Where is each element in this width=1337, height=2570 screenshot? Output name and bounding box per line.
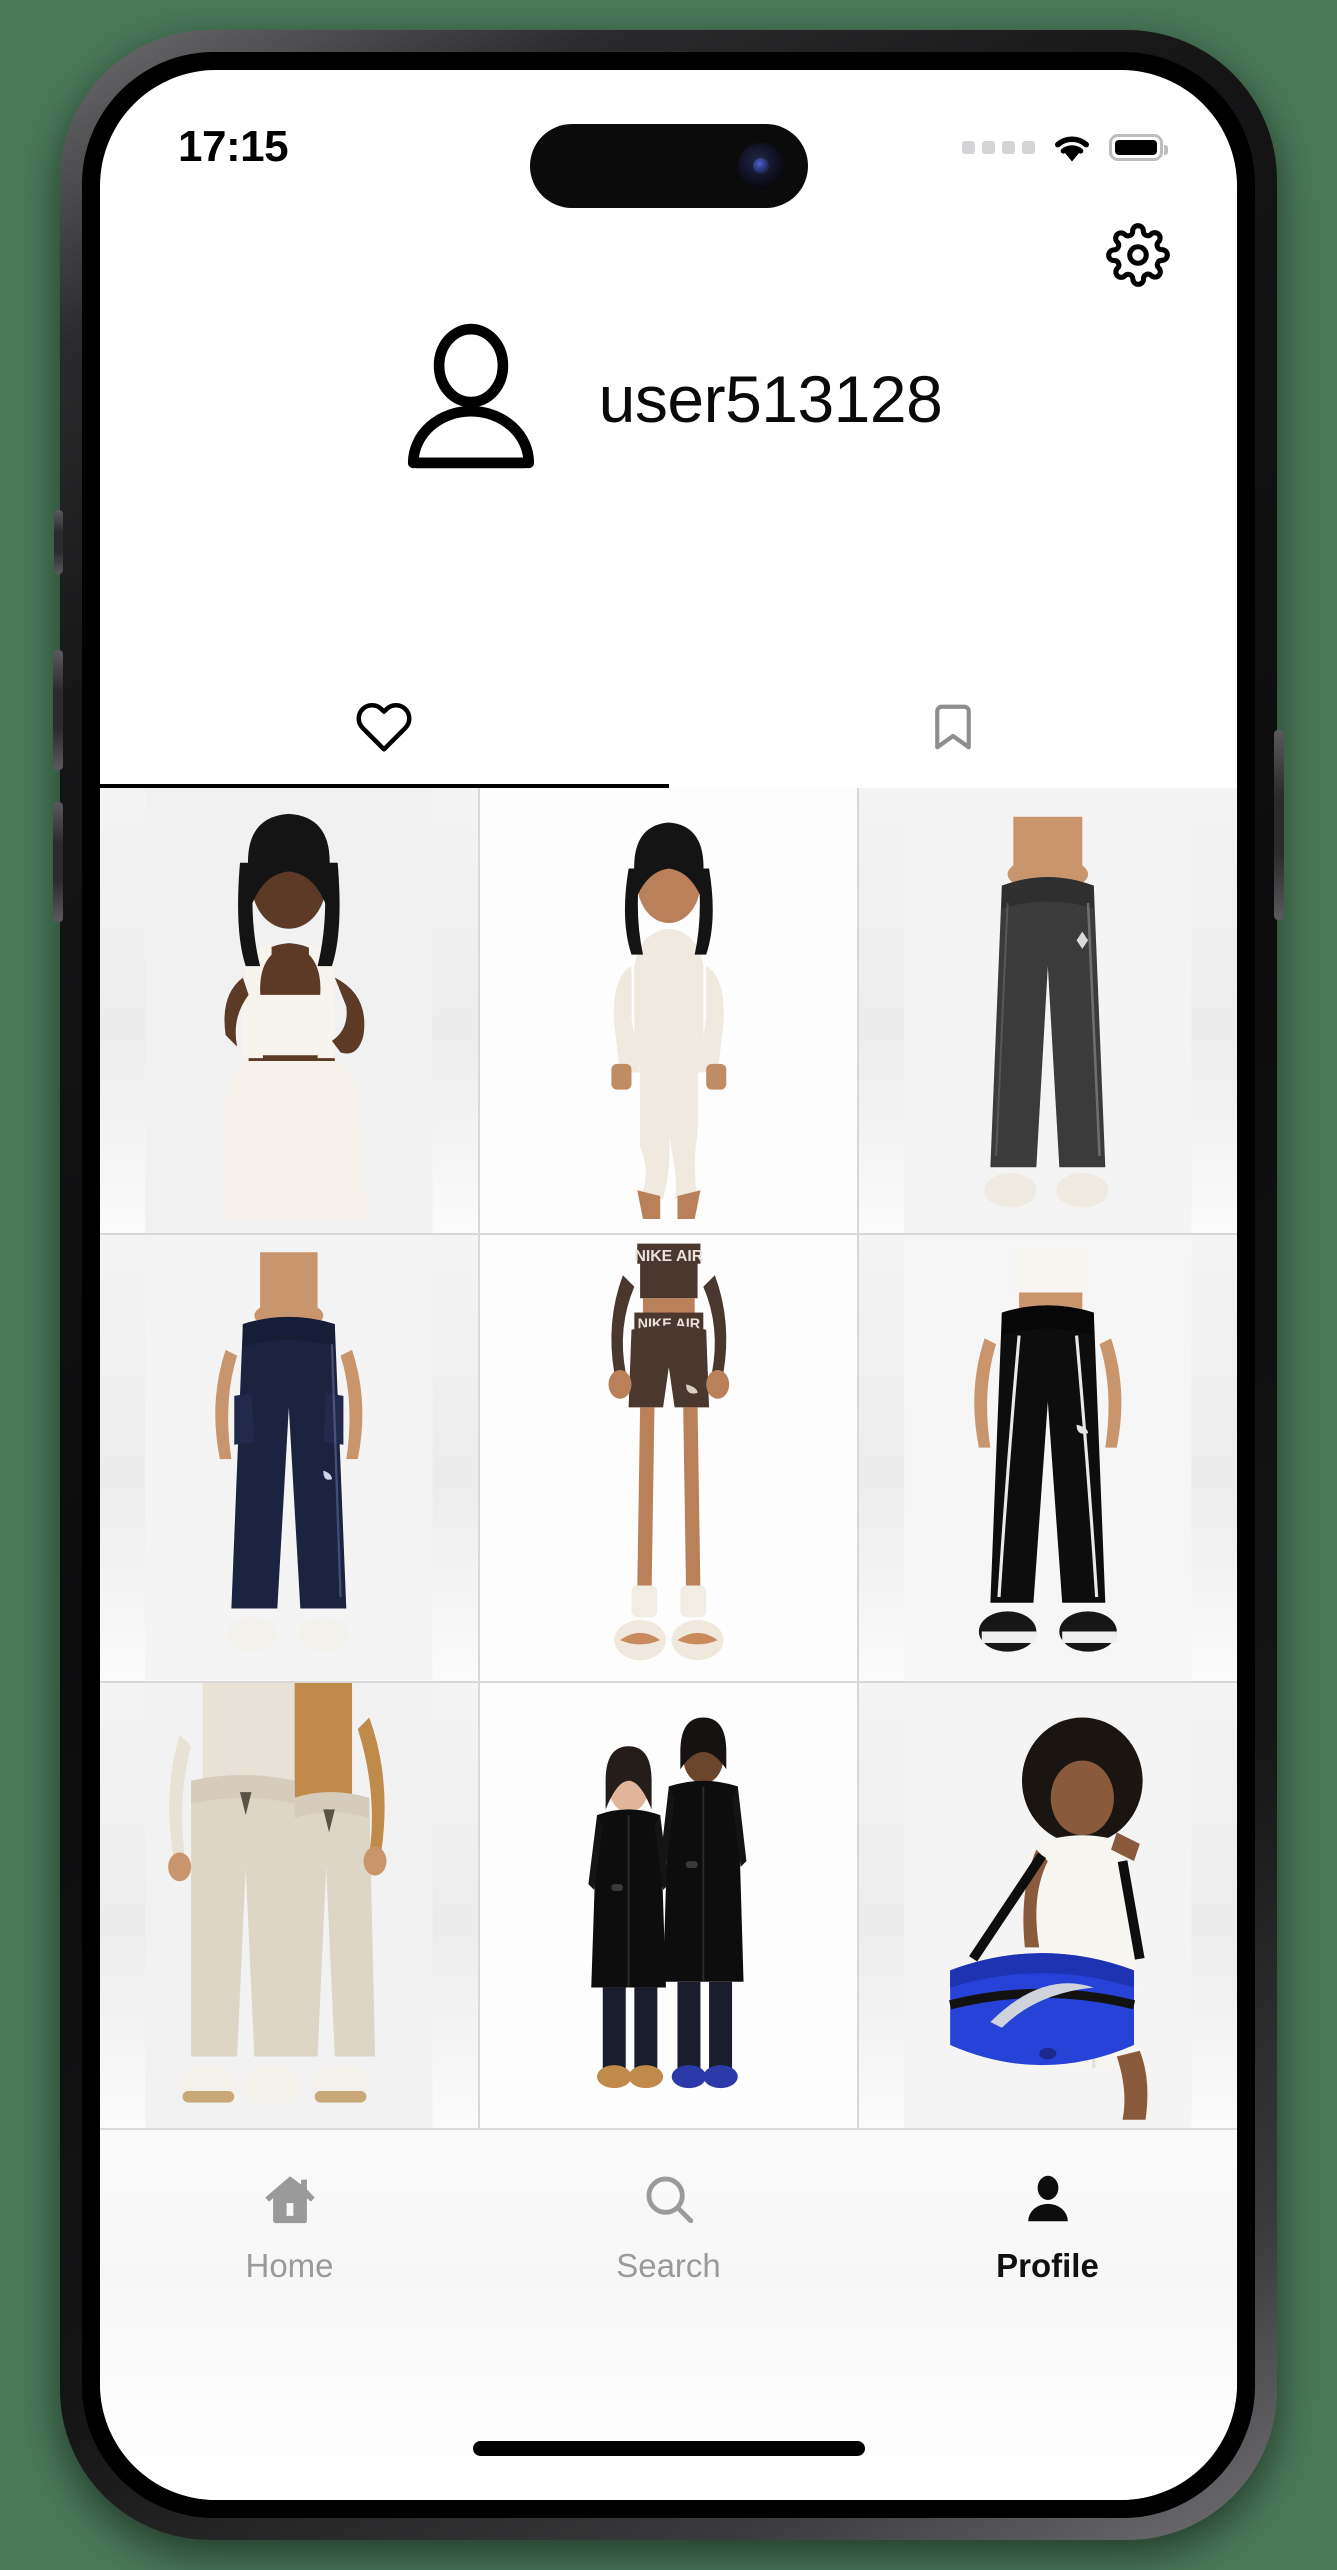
volume-down-button[interactable] — [53, 802, 63, 922]
product-grid: NIKE AIR NIKE AIR — [100, 788, 1237, 2128]
tab-saved[interactable] — [669, 670, 1238, 788]
product-tile[interactable]: NIKE AIR NIKE AIR — [479, 1235, 858, 1681]
profile-identity: user513128 — [100, 296, 1237, 477]
product-tile[interactable] — [859, 1682, 1237, 2128]
battery-full-icon — [1109, 133, 1168, 161]
product-tile[interactable] — [100, 1682, 478, 2128]
nav-label-profile: Profile — [996, 2247, 1099, 2284]
page-title: user513128 — [598, 361, 943, 436]
phone-frame: 17:15 user513128 NIKE AIR NIKE AIR Home … — [53, 30, 1284, 2540]
product-image — [859, 1235, 1237, 1681]
phone-screen: 17:15 user513128 NIKE AIR NIKE AIR Home … — [100, 70, 1237, 2500]
heart-icon — [353, 698, 415, 761]
product-image — [100, 788, 478, 1234]
product-tile[interactable] — [479, 1682, 858, 2128]
product-tile[interactable] — [479, 788, 858, 1234]
bookmark-icon — [926, 698, 980, 761]
product-tile[interactable] — [100, 788, 478, 1234]
avatar[interactable] — [395, 320, 547, 477]
nav-item-home[interactable]: Home — [100, 2170, 479, 2282]
nav-label-home: Home — [245, 2247, 334, 2284]
product-image: NIKE AIR NIKE AIR — [479, 1235, 858, 1681]
home-indicator[interactable] — [472, 2441, 865, 2456]
volume-up-button[interactable] — [53, 650, 63, 770]
svg-text:NIKE AIR: NIKE AIR — [634, 1248, 703, 1265]
content-tabs — [100, 670, 1237, 790]
product-image — [479, 788, 858, 1234]
house-icon — [259, 2170, 321, 2233]
silent-switch[interactable] — [54, 510, 63, 574]
dynamic-island — [529, 124, 808, 208]
product-image — [100, 1682, 478, 2128]
product-image — [479, 1682, 858, 2128]
product-tile[interactable] — [859, 788, 1237, 1234]
nav-label-search: Search — [616, 2247, 721, 2284]
nav-item-profile[interactable]: Profile — [858, 2170, 1237, 2282]
profile-header: user513128 — [100, 190, 1237, 477]
power-button[interactable] — [1274, 730, 1284, 920]
magnifier-icon — [638, 2170, 700, 2233]
product-image — [100, 1235, 478, 1681]
nav-item-search[interactable]: Search — [479, 2170, 858, 2282]
status-time: 17:15 — [178, 122, 289, 171]
person-filled-icon — [1017, 2170, 1079, 2233]
product-tile[interactable] — [859, 1235, 1237, 1681]
product-tile[interactable] — [100, 1235, 478, 1681]
tab-likes[interactable] — [100, 670, 669, 790]
front-camera-icon — [737, 143, 784, 189]
signal-dots-icon — [962, 140, 1035, 154]
product-image — [859, 1682, 1237, 2128]
bottom-navigation: Home Search Profile — [100, 2128, 1237, 2500]
status-indicators — [962, 132, 1168, 163]
gear-icon — [1106, 222, 1170, 292]
product-image — [859, 788, 1237, 1234]
settings-button[interactable] — [1099, 218, 1177, 296]
wifi-icon — [1051, 132, 1093, 163]
